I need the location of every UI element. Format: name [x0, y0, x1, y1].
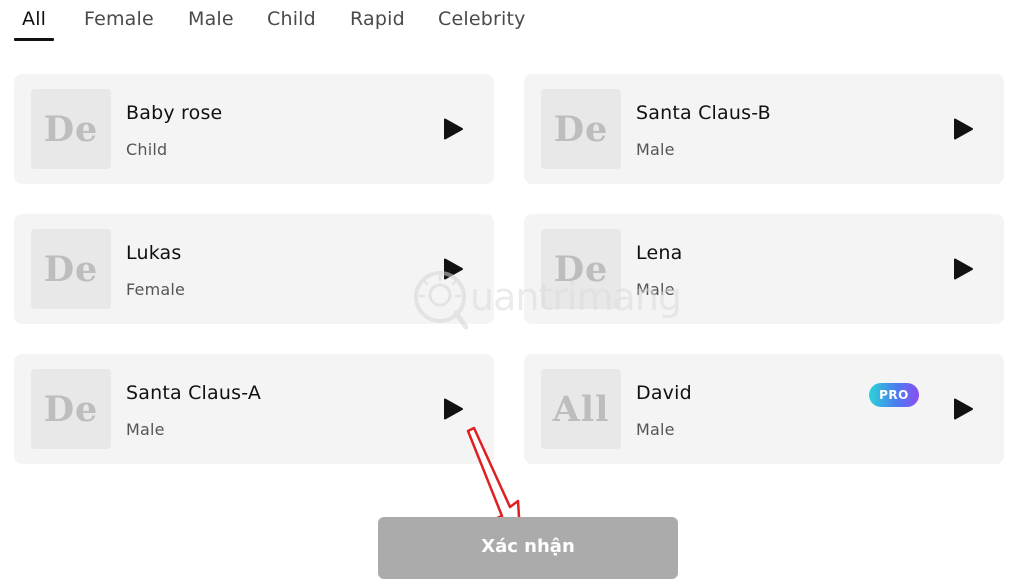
- category-tabs: All Female Male Child Rapid Celebrity: [0, 0, 1032, 44]
- tab-female[interactable]: Female: [84, 8, 154, 30]
- active-tab-indicator: [14, 38, 54, 41]
- play-icon[interactable]: [442, 118, 464, 140]
- voice-category: Male: [126, 420, 165, 439]
- tab-rapid[interactable]: Rapid: [350, 8, 405, 30]
- voice-name: Baby rose: [126, 102, 223, 124]
- voice-name: Santa Claus-A: [126, 382, 262, 404]
- play-icon[interactable]: [952, 258, 974, 280]
- voice-avatar: De: [541, 89, 621, 169]
- voice-name: Lukas: [126, 242, 182, 264]
- play-icon[interactable]: [952, 398, 974, 420]
- tab-celebrity[interactable]: Celebrity: [438, 8, 526, 30]
- voice-card-santa-claus-a[interactable]: De Santa Claus-A Male: [14, 354, 494, 464]
- confirm-button[interactable]: Xác nhận: [378, 517, 678, 579]
- voice-avatar: De: [31, 229, 111, 309]
- play-icon[interactable]: [952, 118, 974, 140]
- voice-card-lukas[interactable]: De Lukas Female: [14, 214, 494, 324]
- voice-avatar: De: [31, 369, 111, 449]
- confirm-button-label: Xác nhận: [481, 536, 575, 557]
- play-icon[interactable]: [442, 258, 464, 280]
- voice-category: Child: [126, 140, 168, 159]
- voice-avatar: De: [541, 229, 621, 309]
- voice-category: Male: [636, 280, 675, 299]
- voice-category: Male: [636, 420, 675, 439]
- voice-avatar: De: [31, 89, 111, 169]
- voice-category: Male: [636, 140, 675, 159]
- voice-name: David: [636, 382, 692, 404]
- voice-name: Santa Claus-B: [636, 102, 771, 124]
- tab-male[interactable]: Male: [188, 8, 234, 30]
- voice-name: Lena: [636, 242, 683, 264]
- pro-badge: PRO: [869, 383, 919, 407]
- tab-all[interactable]: All: [22, 8, 46, 30]
- voice-card-lena[interactable]: De Lena Male: [524, 214, 1004, 324]
- voice-card-santa-claus-b[interactable]: De Santa Claus-B Male: [524, 74, 1004, 184]
- voice-avatar: All: [541, 369, 621, 449]
- tab-child[interactable]: Child: [267, 8, 316, 30]
- voice-category: Female: [126, 280, 186, 299]
- voice-card-baby-rose[interactable]: De Baby rose Child: [14, 74, 494, 184]
- voice-card-david[interactable]: All David Male PRO: [524, 354, 1004, 464]
- play-icon[interactable]: [442, 398, 464, 420]
